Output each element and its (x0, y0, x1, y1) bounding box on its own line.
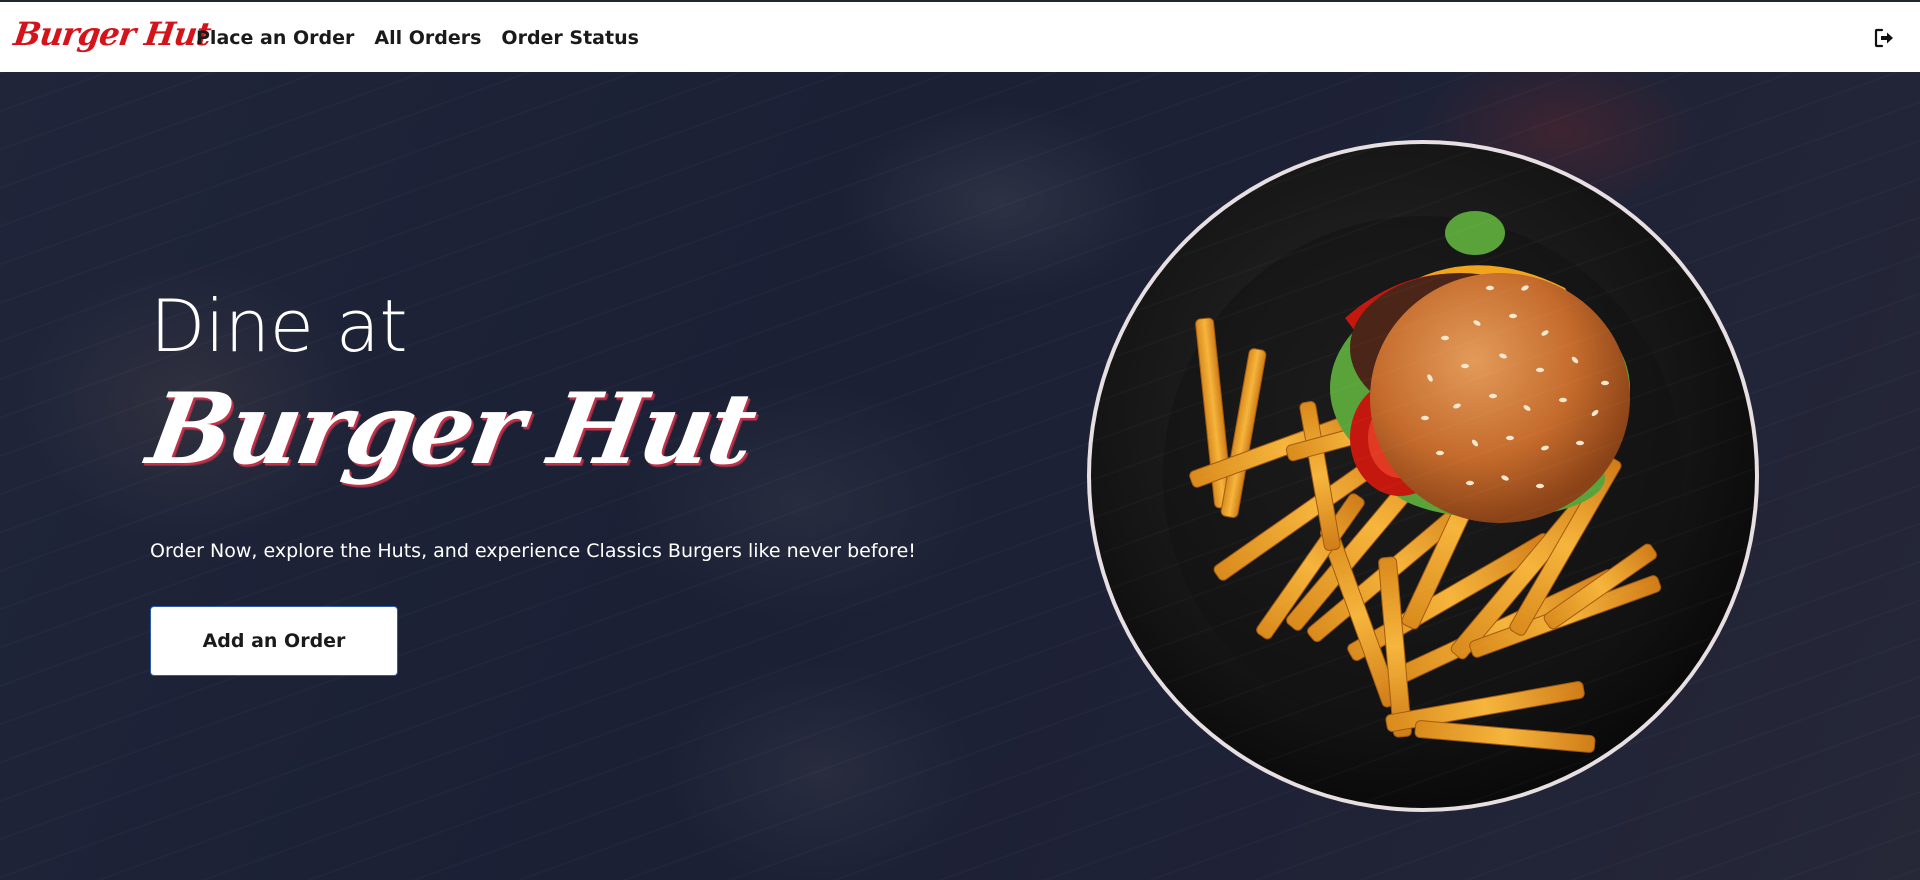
brand-logo[interactable]: Burger Hut (11, 12, 213, 56)
burger-plate-image (1087, 140, 1759, 812)
nav-link-all-orders[interactable]: All Orders (374, 27, 481, 49)
logout-button[interactable] (1872, 26, 1896, 50)
hero-brand-title: Burger Hut (139, 372, 762, 487)
hero-section: Dine at Burger Hut Order Now, explore th… (0, 72, 1920, 880)
hero-tagline: Order Now, explore the Huts, and experie… (150, 540, 916, 562)
top-navbar: Burger Hut Place an Order All Orders Ord… (0, 0, 1920, 72)
nav-link-order-status[interactable]: Order Status (501, 27, 639, 49)
main-nav: Place an Order All Orders Order Status (196, 2, 639, 74)
add-order-button[interactable]: Add an Order (150, 606, 398, 676)
hero-eyebrow: Dine at (150, 284, 408, 368)
logout-icon (1874, 28, 1893, 48)
nav-link-place-order[interactable]: Place an Order (196, 27, 354, 49)
